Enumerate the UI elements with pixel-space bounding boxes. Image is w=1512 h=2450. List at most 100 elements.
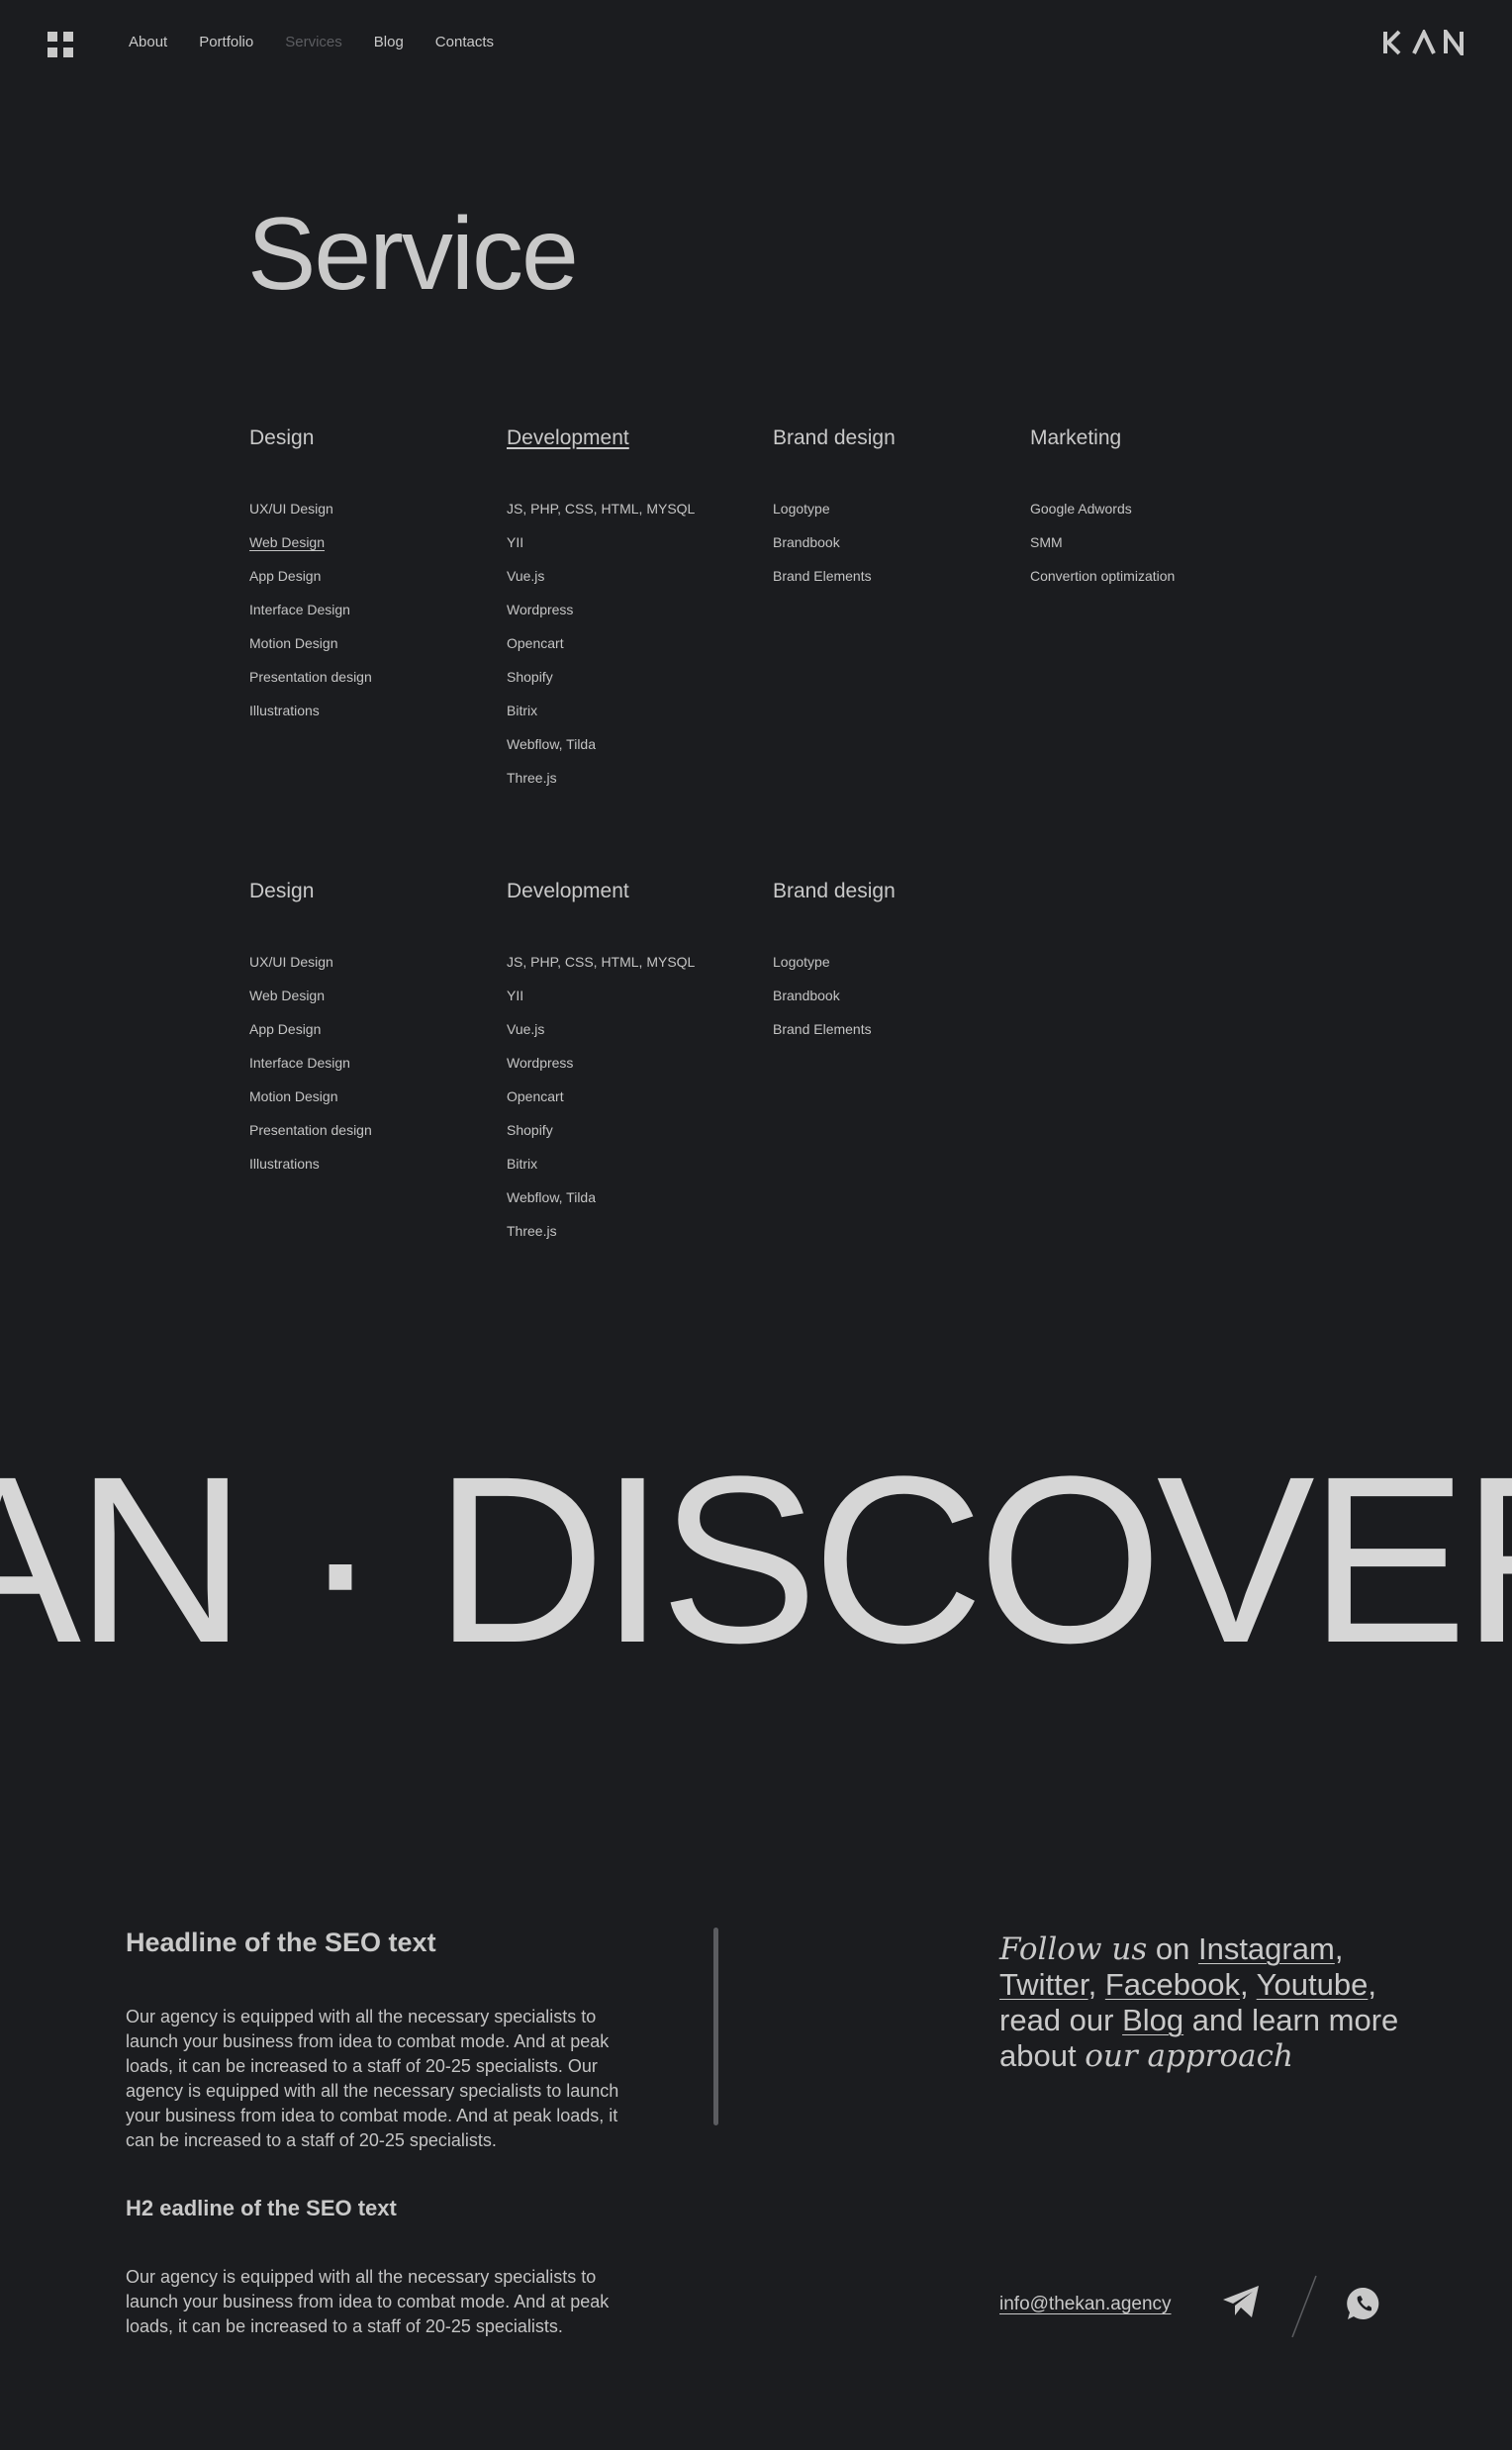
seo-paragraph-1: Our agency is equipped with all the nece… bbox=[126, 2007, 619, 2150]
seo-headline: Headline of the SEO text bbox=[126, 1928, 436, 1957]
top-nav: About Portfolio Services Blog Contacts bbox=[0, 0, 1512, 85]
list-item[interactable]: Bitrix bbox=[507, 694, 695, 727]
column-title[interactable]: Brand design bbox=[773, 881, 896, 901]
learn-more-text: and learn more bbox=[1191, 2003, 1399, 2037]
about-text: about bbox=[999, 2038, 1077, 2073]
list-item[interactable]: Logotype bbox=[773, 492, 896, 525]
list-item[interactable]: Wordpress bbox=[507, 593, 695, 626]
column-title[interactable]: Development bbox=[507, 881, 629, 901]
list-item[interactable]: UX/UI Design bbox=[249, 492, 372, 525]
email-link[interactable]: info@thekan.agency bbox=[999, 2294, 1172, 2315]
service-list: Google Adwords SMM Convertion optimizati… bbox=[1030, 492, 1175, 593]
nav-link-services[interactable]: Services bbox=[285, 34, 342, 50]
list-item[interactable]: Web Design bbox=[249, 979, 372, 1012]
list-item[interactable]: UX/UI Design bbox=[249, 945, 372, 979]
seo-subheadline: H2 eadline of the SEO text bbox=[126, 2196, 397, 2220]
on-text: on bbox=[1155, 1932, 1190, 1966]
list-item[interactable]: Web Design bbox=[249, 525, 372, 559]
nav-links: About Portfolio Services Blog Contacts bbox=[129, 34, 525, 50]
column-development: Development JS, PHP, CSS, HTML, MYSQL YI… bbox=[507, 427, 695, 795]
column-title[interactable]: Marketing bbox=[1030, 427, 1121, 448]
instagram-link[interactable]: Instagram bbox=[1198, 1932, 1335, 1966]
list-item[interactable]: Logotype bbox=[773, 945, 896, 979]
list-item-label[interactable]: Web Design bbox=[249, 534, 325, 550]
nav-link-portfolio[interactable]: Portfolio bbox=[199, 34, 253, 50]
list-item[interactable]: Brand Elements bbox=[773, 1012, 896, 1046]
list-item[interactable]: Opencart bbox=[507, 1080, 695, 1113]
facebook-link[interactable]: Facebook bbox=[1105, 1967, 1240, 2002]
column-marketing: Marketing Google Adwords SMM Convertion … bbox=[1030, 427, 1175, 593]
read-our-text: read our bbox=[999, 2003, 1114, 2037]
blog-link[interactable]: Blog bbox=[1122, 2003, 1183, 2037]
column-title[interactable]: Design bbox=[249, 427, 314, 448]
service-list: UX/UI Design Web Design App Design Inter… bbox=[249, 492, 372, 727]
list-item[interactable]: Vue.js bbox=[507, 559, 695, 593]
list-item[interactable]: YII bbox=[507, 979, 695, 1012]
list-item[interactable]: Motion Design bbox=[249, 1080, 372, 1113]
service-list: UX/UI Design Web Design App Design Inter… bbox=[249, 945, 372, 1180]
column-title[interactable]: Design bbox=[249, 881, 314, 901]
list-item[interactable]: Brandbook bbox=[773, 525, 896, 559]
marquee-text: AN · DISCOVER bbox=[0, 1435, 1512, 1692]
follow-us-text: Follow us bbox=[999, 1932, 1148, 1967]
list-item[interactable]: Wordpress bbox=[507, 1046, 695, 1080]
list-item[interactable]: App Design bbox=[249, 559, 372, 593]
list-item[interactable]: YII bbox=[507, 525, 695, 559]
list-item[interactable]: App Design bbox=[249, 1012, 372, 1046]
list-item[interactable]: Bitrix bbox=[507, 1147, 695, 1180]
list-item[interactable]: Interface Design bbox=[249, 593, 372, 626]
comma: , bbox=[1239, 1967, 1249, 2002]
list-item[interactable]: Google Adwords bbox=[1030, 492, 1175, 525]
list-item[interactable]: SMM bbox=[1030, 525, 1175, 559]
service-list: JS, PHP, CSS, HTML, MYSQL YII Vue.js Wor… bbox=[507, 492, 695, 795]
column-brand-design: Brand design Logotype Brandbook Brand El… bbox=[773, 881, 896, 1046]
column-title[interactable]: Development bbox=[507, 427, 629, 448]
grid-menu-icon[interactable] bbox=[47, 32, 73, 57]
comma: , bbox=[1368, 1967, 1376, 2002]
column-title[interactable]: Brand design bbox=[773, 427, 896, 448]
service-list: Logotype Brandbook Brand Elements bbox=[773, 945, 896, 1046]
telegram-icon[interactable] bbox=[1221, 2284, 1261, 2324]
divider-slash bbox=[1289, 2274, 1319, 2344]
follow-block: Follow us on Instagram, Twitter, Faceboo… bbox=[999, 1932, 1415, 2074]
list-item[interactable]: Three.js bbox=[507, 761, 695, 795]
column-development: Development JS, PHP, CSS, HTML, MYSQL YI… bbox=[507, 881, 695, 1248]
list-item[interactable]: Presentation design bbox=[249, 1113, 372, 1147]
list-item[interactable]: Illustrations bbox=[249, 1147, 372, 1180]
list-item[interactable]: Shopify bbox=[507, 1113, 695, 1147]
column-brand-design: Brand design Logotype Brandbook Brand El… bbox=[773, 427, 896, 593]
contact-row: info@thekan.agency bbox=[999, 2274, 1415, 2343]
nav-link-about[interactable]: About bbox=[129, 34, 167, 50]
nav-link-contacts[interactable]: Contacts bbox=[435, 34, 494, 50]
service-list: JS, PHP, CSS, HTML, MYSQL YII Vue.js Wor… bbox=[507, 945, 695, 1248]
list-item[interactable]: Brand Elements bbox=[773, 559, 896, 593]
page-title: Service bbox=[247, 197, 579, 312]
column-design: Design UX/UI Design Web Design App Desig… bbox=[249, 881, 372, 1180]
list-item[interactable]: Interface Design bbox=[249, 1046, 372, 1080]
list-item[interactable]: Presentation design bbox=[249, 660, 372, 694]
youtube-link[interactable]: Youtube bbox=[1257, 1967, 1369, 2002]
scroll-divider bbox=[713, 1928, 718, 2125]
list-item[interactable]: Convertion optimization bbox=[1030, 559, 1175, 593]
list-item[interactable]: Three.js bbox=[507, 1214, 695, 1248]
list-item[interactable]: Motion Design bbox=[249, 626, 372, 660]
list-item[interactable]: Webflow, Tilda bbox=[507, 727, 695, 761]
whatsapp-icon[interactable] bbox=[1346, 2286, 1381, 2326]
list-item[interactable]: Webflow, Tilda bbox=[507, 1180, 695, 1214]
marquee-banner: AN · DISCOVER bbox=[0, 1435, 1512, 1692]
nav-link-blog[interactable]: Blog bbox=[374, 34, 404, 50]
our-approach-text: our approach bbox=[1085, 2038, 1293, 2074]
service-list: Logotype Brandbook Brand Elements bbox=[773, 492, 896, 593]
column-design: Design UX/UI Design Web Design App Desig… bbox=[249, 427, 372, 727]
list-item[interactable]: JS, PHP, CSS, HTML, MYSQL bbox=[507, 492, 695, 525]
list-item[interactable]: Opencart bbox=[507, 626, 695, 660]
twitter-link[interactable]: Twitter bbox=[999, 1967, 1088, 2002]
list-item[interactable]: JS, PHP, CSS, HTML, MYSQL bbox=[507, 945, 695, 979]
comma: , bbox=[1087, 1967, 1097, 2002]
list-item[interactable]: Shopify bbox=[507, 660, 695, 694]
kan-logo[interactable] bbox=[1382, 25, 1465, 60]
list-item[interactable]: Illustrations bbox=[249, 694, 372, 727]
list-item[interactable]: Vue.js bbox=[507, 1012, 695, 1046]
list-item[interactable]: Brandbook bbox=[773, 979, 896, 1012]
comma: , bbox=[1334, 1932, 1344, 1966]
